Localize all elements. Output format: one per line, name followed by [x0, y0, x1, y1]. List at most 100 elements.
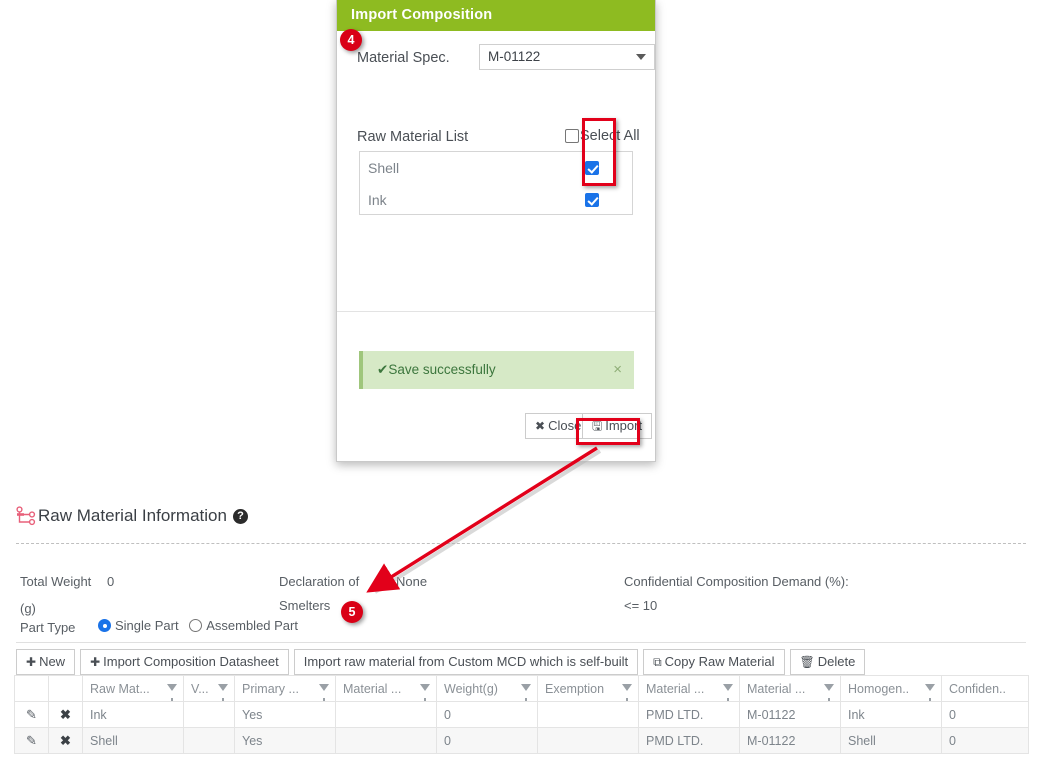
raw-material-table: Raw Mat... V... Primary ... Material ...… [14, 675, 1029, 754]
x-icon[interactable]: ✖ [60, 707, 71, 722]
cell-weight: 0 [436, 727, 538, 754]
radio-single-part-label: Single Part [115, 618, 179, 633]
declaration-of-smelters-label-2: Smelters [279, 598, 331, 613]
import-from-custom-mcd-button[interactable]: Import raw material from Custom MCD whic… [293, 649, 639, 675]
material-spec-select[interactable]: M-01122 [479, 44, 655, 70]
filter-icon[interactable] [925, 684, 935, 701]
list-item-checkbox[interactable] [585, 161, 599, 175]
import-button-label: Import [605, 418, 643, 433]
filter-icon[interactable] [622, 684, 632, 701]
import-button[interactable]: 🖫 Import [582, 413, 653, 439]
delete-button-label: Delete [817, 654, 856, 669]
part-type-radio-group: Single Part Assembled Part [98, 618, 298, 633]
material-spec-value: M-01122 [488, 49, 541, 64]
col-material-1-label: Material ... [343, 681, 402, 696]
total-weight-value: 0 [107, 574, 115, 589]
cell-raw-material: Shell [82, 727, 184, 754]
col-weight[interactable]: Weight(g) [436, 675, 538, 702]
col-material-2-label: Material ... [646, 681, 705, 696]
trash-icon: 🗑 [799, 655, 815, 669]
filter-icon[interactable] [824, 684, 834, 701]
row-delete-cell[interactable]: ✖ [48, 701, 83, 728]
col-exemption[interactable]: Exemption [537, 675, 639, 702]
col-weight-label: Weight(g) [444, 681, 498, 696]
close-icon[interactable]: × [613, 351, 622, 389]
copy-raw-material-label: Copy Raw Material [664, 654, 775, 669]
filter-icon[interactable] [319, 684, 329, 701]
select-all-control[interactable]: Select All [565, 128, 640, 144]
cell-confidential: 0 [941, 727, 1029, 754]
col-primary[interactable]: Primary ... [234, 675, 336, 702]
col-confidential-label: Confiden.. [949, 681, 1006, 696]
row-delete-cell[interactable]: ✖ [48, 727, 83, 754]
divider [16, 642, 1026, 643]
import-composition-dialog: Import Composition Material Spec. M-0112… [336, 0, 656, 462]
col-homogeneous[interactable]: Homogen.. [840, 675, 942, 702]
copy-icon: ⧉ [653, 655, 662, 669]
col-edit [14, 675, 49, 702]
row-edit-cell[interactable]: ✎ [14, 727, 49, 754]
x-icon: ✖ [535, 419, 546, 433]
col-raw-material[interactable]: Raw Mat... [82, 675, 184, 702]
list-item[interactable]: Shell [360, 152, 632, 184]
col-v-label: V... [191, 681, 209, 696]
x-icon[interactable]: ✖ [60, 733, 71, 748]
col-exemption-label: Exemption [545, 681, 605, 696]
cell-raw-material: Ink [82, 701, 184, 728]
cell-primary: Yes [234, 727, 336, 754]
pencil-icon[interactable]: ✎ [26, 733, 37, 748]
plus-icon: ✚ [26, 655, 37, 669]
row-edit-cell[interactable]: ✎ [14, 701, 49, 728]
cell-material-3-link[interactable]: M-01122 [739, 727, 841, 754]
col-confidential[interactable]: Confiden.. [941, 675, 1029, 702]
table-header-row: Raw Mat... V... Primary ... Material ...… [14, 675, 1029, 702]
list-item-checkbox[interactable] [585, 193, 599, 207]
filter-icon[interactable] [723, 684, 733, 701]
cell-material-3-link[interactable]: M-01122 [739, 701, 841, 728]
save-disk-icon: 🖫 [592, 419, 603, 433]
raw-material-listbox: Shell Ink [359, 151, 633, 215]
radio-assembled-part[interactable]: Assembled Part [189, 618, 298, 633]
list-item[interactable]: Ink [360, 184, 632, 216]
step-badge-5: 5 [341, 601, 363, 623]
radio-assembled-part-dot[interactable] [189, 619, 203, 632]
step-badge-4: 4 [340, 29, 362, 51]
cell-v [183, 701, 235, 728]
dialog-body: Material Spec. M-01122 Raw Material List… [337, 31, 655, 342]
delete-button[interactable]: 🗑 Delete [789, 649, 866, 675]
select-all-checkbox[interactable] [565, 129, 579, 143]
chevron-down-icon [636, 54, 646, 60]
col-material-3[interactable]: Material ... [739, 675, 841, 702]
cell-homogeneous: Shell [840, 727, 942, 754]
save-success-alert: ✔Save successfully × [359, 351, 634, 389]
new-button[interactable]: ✚ New [16, 649, 76, 675]
select-all-label: Select All [580, 128, 640, 144]
question-mark-icon[interactable]: ? [232, 508, 248, 524]
filter-icon[interactable] [167, 684, 177, 701]
import-from-custom-mcd-label: Import raw material from Custom MCD whic… [303, 654, 629, 669]
table-row[interactable]: ✎ ✖ Ink Yes 0 PMD LTD. M-01122 Ink 0 [14, 701, 1029, 728]
list-item-label: Shell [368, 160, 400, 176]
col-v[interactable]: V... [183, 675, 235, 702]
section-title-label: Raw Material Information [38, 506, 227, 525]
radio-single-part[interactable]: Single Part [98, 618, 179, 633]
radio-assembled-part-label: Assembled Part [206, 618, 298, 633]
cell-material-1 [335, 701, 437, 728]
filter-icon[interactable] [420, 684, 430, 701]
dialog-title-bar: Import Composition [337, 0, 655, 31]
col-raw-material-label: Raw Mat... [90, 681, 150, 696]
col-material-1[interactable]: Material ... [335, 675, 437, 702]
pencil-icon[interactable]: ✎ [26, 707, 37, 722]
filter-icon[interactable] [521, 684, 531, 701]
total-weight-unit-label: (g) [20, 601, 36, 616]
radio-single-part-dot[interactable] [98, 619, 111, 632]
import-composition-datasheet-button[interactable]: ✚ Import Composition Datasheet [80, 649, 289, 675]
cell-primary: Yes [234, 701, 336, 728]
copy-raw-material-button[interactable]: ⧉ Copy Raw Material [643, 649, 785, 675]
col-material-2[interactable]: Material ... [638, 675, 740, 702]
table-row[interactable]: ✎ ✖ Shell Yes 0 PMD LTD. M-01122 Shell 0 [14, 727, 1029, 754]
cell-exemption [537, 727, 639, 754]
plus-icon: ✚ [90, 655, 101, 669]
dialog-footer: ✔Save successfully × ✖ Close 🖫 Import [337, 311, 655, 461]
filter-icon[interactable] [218, 684, 228, 701]
